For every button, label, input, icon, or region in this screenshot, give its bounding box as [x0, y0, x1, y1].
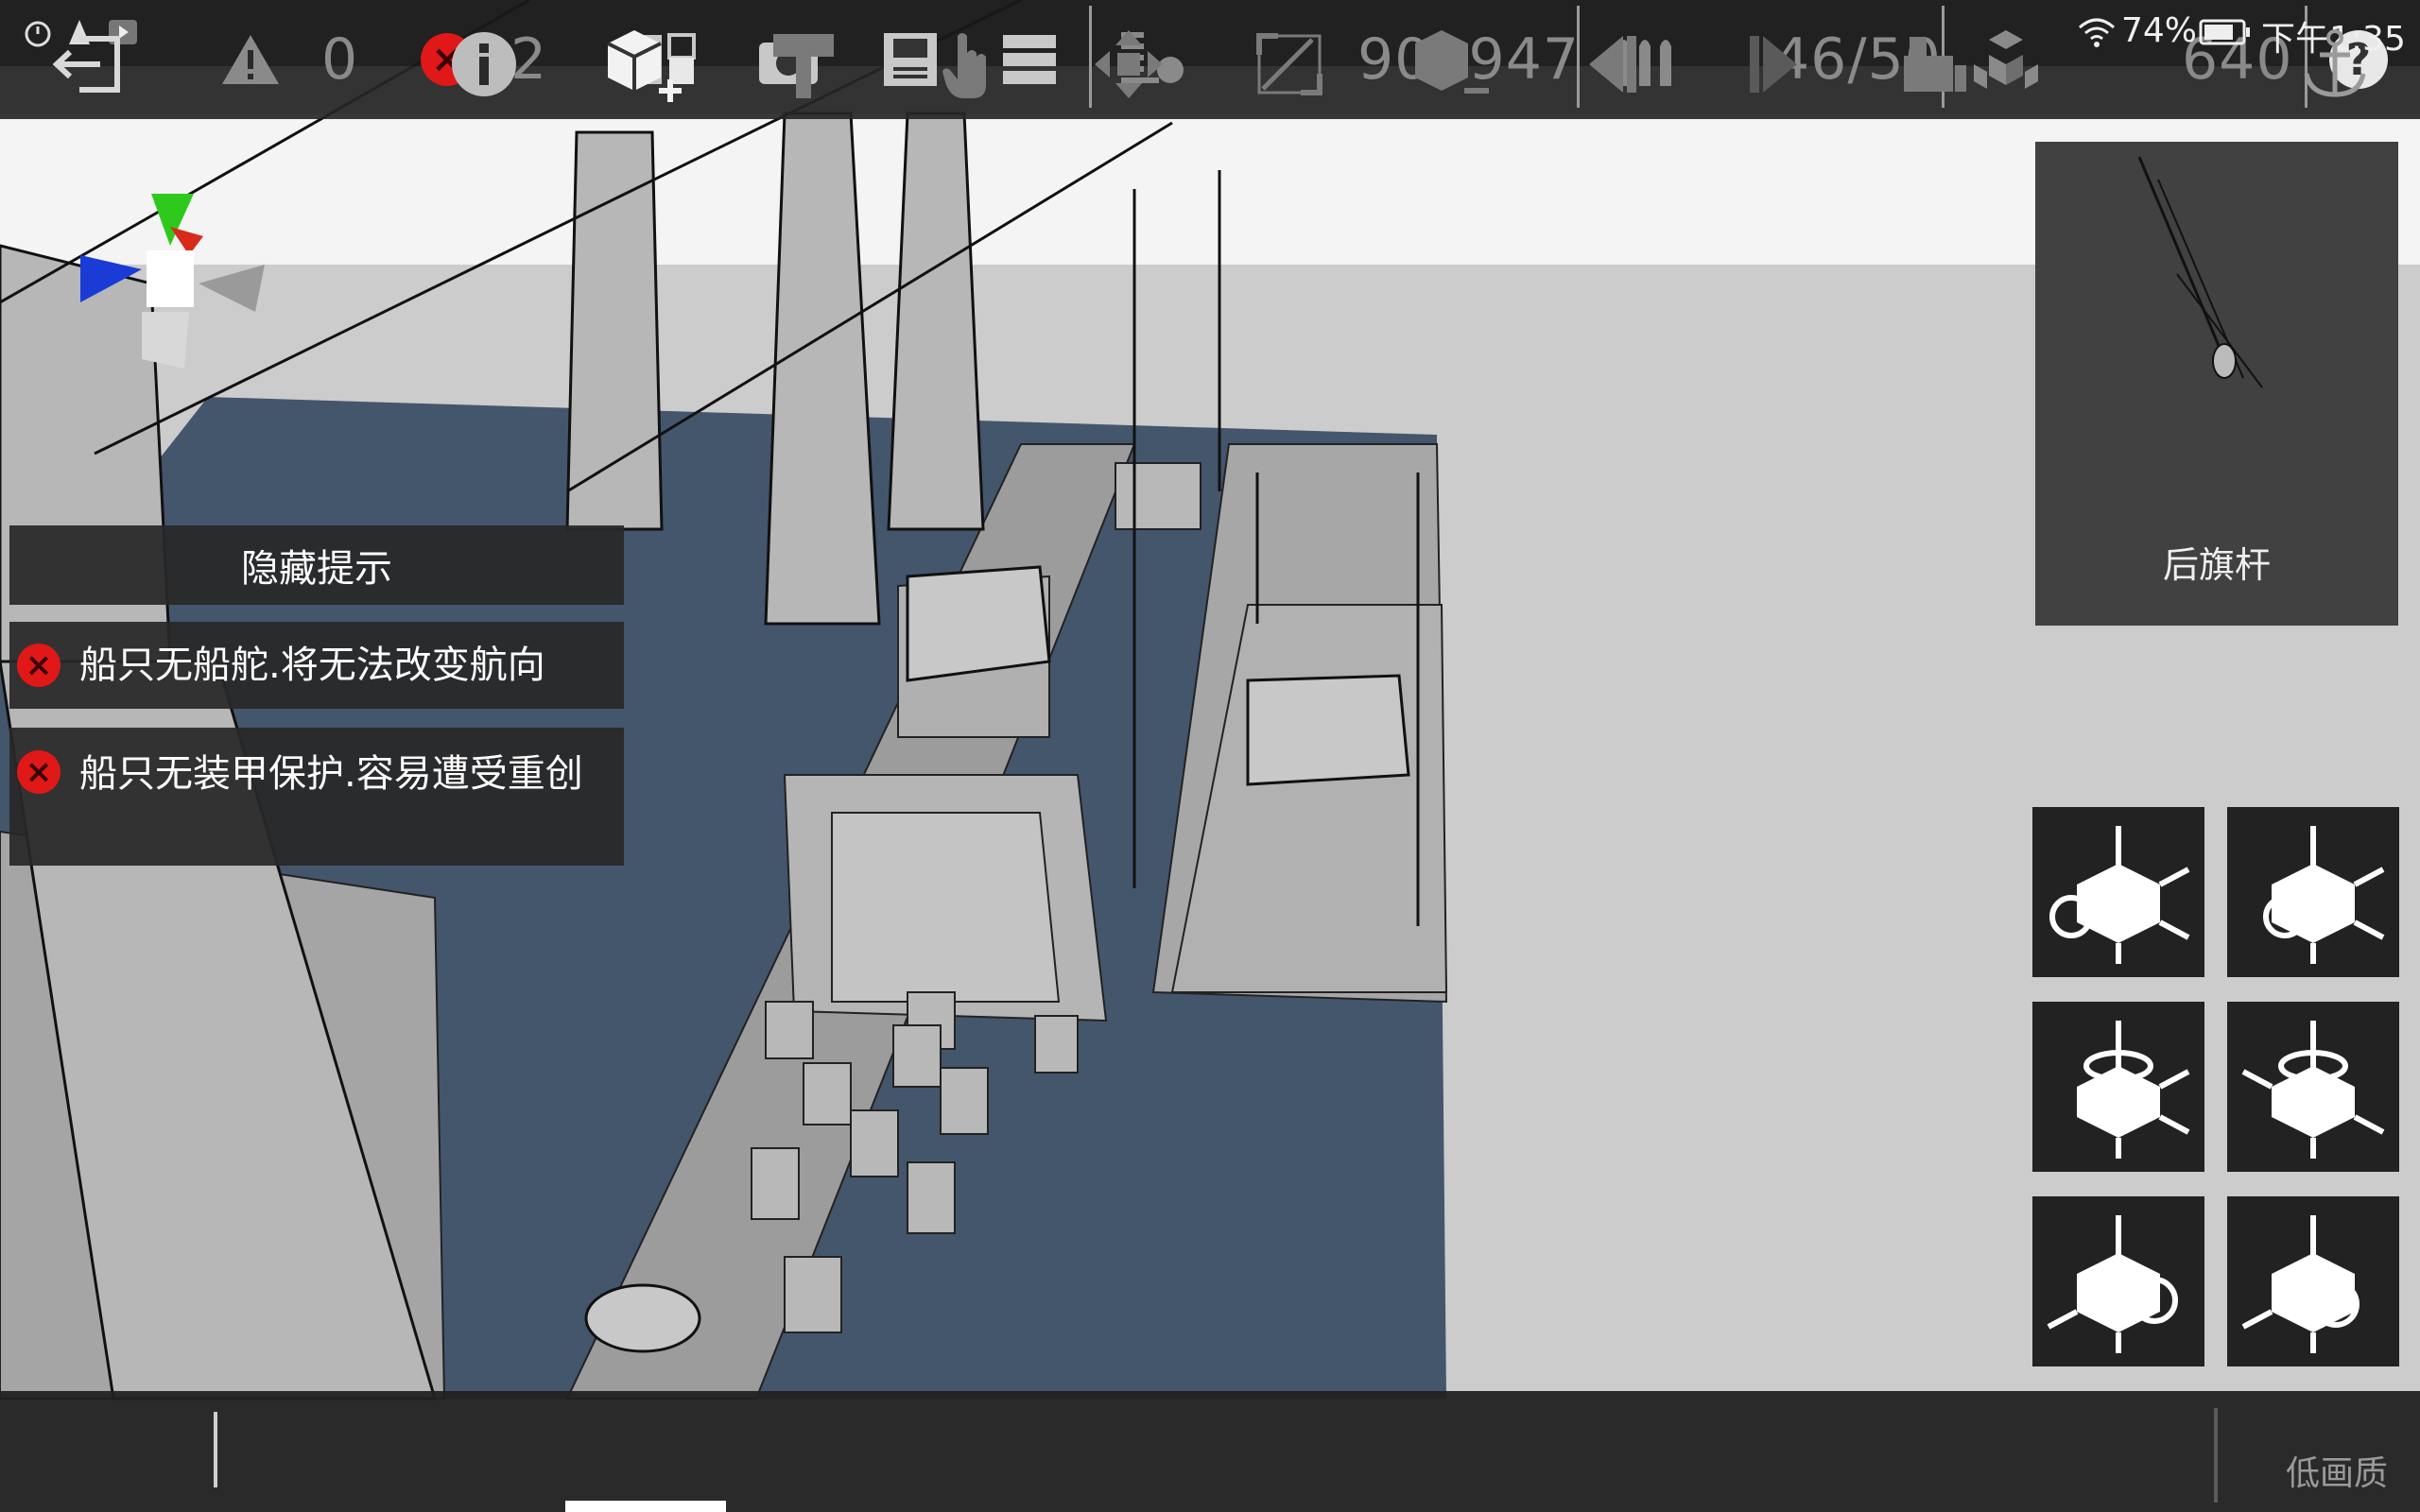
undo-button[interactable]: [1565, 17, 1660, 112]
select-hand-icon: [942, 33, 986, 98]
rotate-left-z-icon: [2047, 1215, 2178, 1353]
rotate-right-y-button[interactable]: [2227, 1002, 2399, 1172]
remove-part-icon: [1415, 30, 1489, 94]
rotate-left-z-button[interactable]: [2032, 1196, 2204, 1366]
battery-icon: [2199, 15, 2252, 49]
error-icon: ×: [17, 750, 60, 794]
toolbar-divider: [214, 1412, 217, 1487]
undo-icon: [1589, 36, 1636, 93]
redo-icon: [1750, 36, 1797, 93]
scale-icon: [1256, 33, 1322, 95]
hint-text: 船只无船舵.将无法改变航向: [79, 644, 545, 687]
move-button[interactable]: [1081, 17, 1176, 112]
rotate-right-x-icon: [2263, 826, 2385, 964]
rotate-right-z-button[interactable]: [2227, 1196, 2399, 1366]
exit-button[interactable]: [42, 17, 136, 112]
info-icon: [452, 32, 516, 96]
rotate-right-x-button[interactable]: [2227, 807, 2399, 977]
redo-button[interactable]: [1726, 17, 1821, 112]
anchor-icon: [2304, 29, 2366, 97]
paint-icon: [773, 34, 834, 98]
part-preview[interactable]: 后旗杆: [2035, 142, 2398, 626]
rotate-right-z-icon: [2241, 1215, 2360, 1353]
toolbar-divider: [2214, 1408, 2218, 1503]
error-icon: ×: [17, 644, 60, 687]
battery-percent: 74%: [2121, 11, 2198, 50]
warning-count: 0: [321, 26, 359, 93]
bottom-toolbar: [0, 1391, 2420, 1512]
quality-label[interactable]: 低画质: [2286, 1446, 2388, 1495]
rotate-left-x-icon: [2049, 826, 2190, 964]
part-name: 后旗杆: [2162, 544, 2271, 586]
remove-part-button[interactable]: [1403, 17, 1497, 112]
rotate-left-x-button[interactable]: [2032, 807, 2204, 977]
hide-hints-button[interactable]: 隐藏提示: [9, 525, 624, 605]
selected-tool-indicator: [565, 1501, 726, 1512]
mirror-icon: [1904, 37, 1966, 92]
hint-item: × 船只无船舵.将无法改变航向: [9, 622, 624, 709]
exit-icon: [52, 36, 120, 93]
rotate-left-y-button[interactable]: [2032, 1002, 2204, 1172]
add-part-button[interactable]: [596, 17, 690, 112]
warning-icon[interactable]: [217, 26, 284, 93]
scale-button[interactable]: [1242, 17, 1337, 112]
select-hand-button[interactable]: [923, 17, 1017, 112]
info-button[interactable]: [437, 17, 531, 112]
move-icon: [1095, 30, 1163, 98]
rotate-right-y-icon: [2241, 1021, 2385, 1159]
hide-hints-label: 隐藏提示: [241, 547, 392, 591]
rotate-left-y-icon: [2077, 1021, 2190, 1159]
paint-button[interactable]: [756, 17, 851, 112]
hint-text: 船只无装甲保护.容易遭受重创: [79, 752, 583, 796]
anchor-button[interactable]: [2288, 17, 2382, 112]
mirror-button[interactable]: [1887, 17, 1981, 112]
hint-item: × 船只无装甲保护.容易遭受重创: [9, 728, 624, 866]
android-status-bar: [0, 0, 2420, 66]
wifi-icon: [2078, 13, 2116, 51]
add-part-icon: [607, 30, 682, 102]
